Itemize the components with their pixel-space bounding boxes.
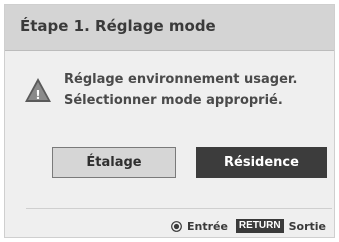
dialog-title: Étape 1. Réglage mode <box>20 17 216 35</box>
return-key-badge: RETURN <box>235 219 284 233</box>
footer-hints: Entrée RETURN Sortie <box>171 218 326 234</box>
dialog-message: Réglage environnement usager. Sélectionn… <box>64 69 297 111</box>
message-line-2: Sélectionner mode approprié. <box>64 93 283 108</box>
ok-label: Entrée <box>186 219 228 233</box>
dialog-header: Étape 1. Réglage mode <box>5 5 334 51</box>
return-label: Sortie <box>288 219 326 233</box>
warning-glyph: ! <box>35 88 40 102</box>
ok-circle-icon <box>171 220 182 232</box>
footer-divider <box>26 208 332 209</box>
etalage-button[interactable]: Étalage <box>52 147 176 178</box>
message-line-1: Réglage environnement usager. <box>64 72 298 87</box>
setup-dialog: Étape 1. Réglage mode ! Réglage environn… <box>4 4 335 238</box>
warning-icon: ! <box>25 78 51 102</box>
residence-button[interactable]: Résidence <box>196 147 327 178</box>
